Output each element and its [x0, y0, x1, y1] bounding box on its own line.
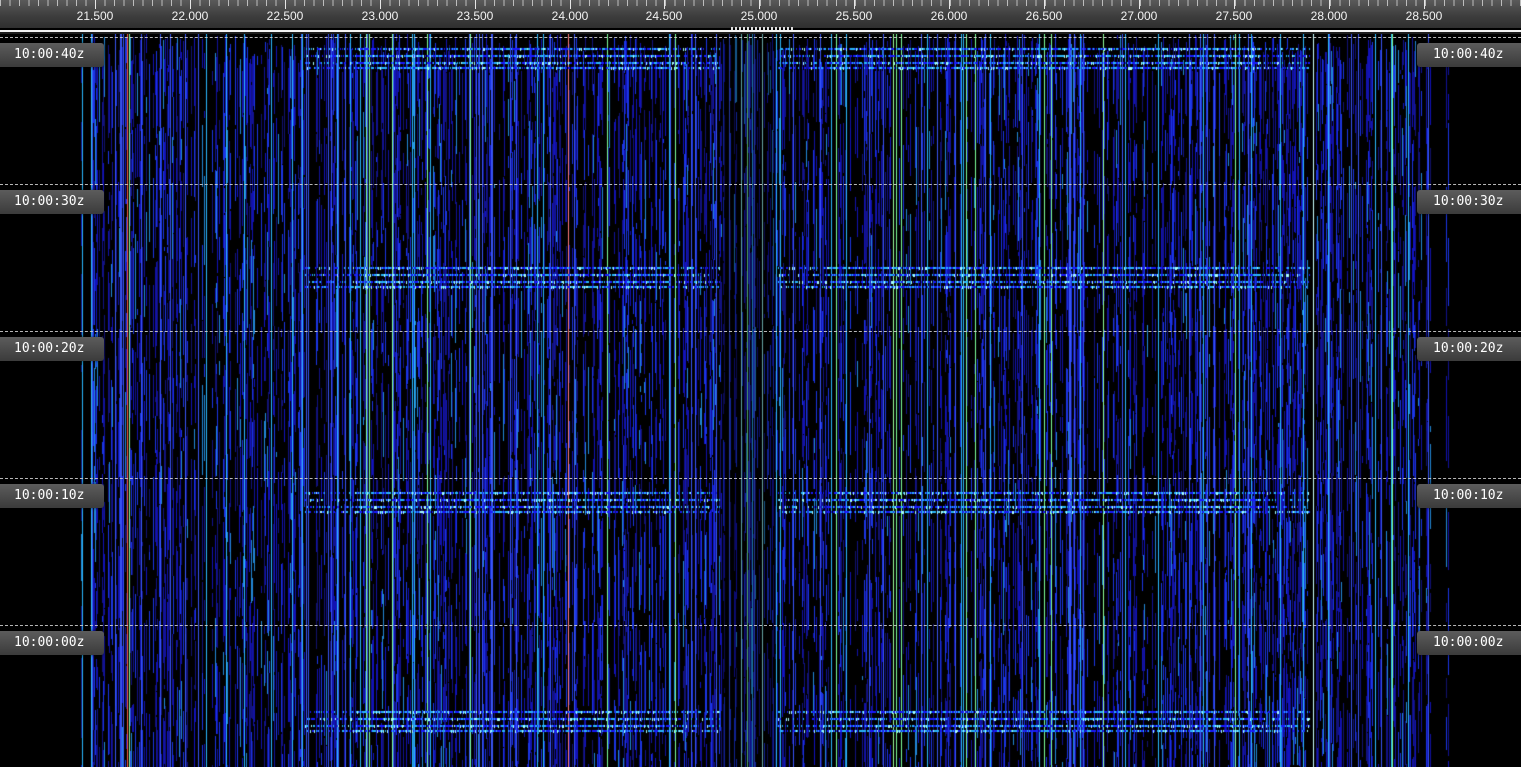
- frequency-label: 25.000: [740, 9, 778, 23]
- frequency-tick: [759, 0, 760, 9]
- sdr-waterfall-app: 21.500 22.000 22.500 23.000 23.500 24.000 24.5…: [0, 0, 1521, 767]
- time-label-right: 10:00:40z: [1417, 43, 1521, 67]
- frequency-minor-ticks: [0, 0, 1521, 6]
- frequency-tick: [380, 0, 381, 9]
- frequency-label: 23.000: [361, 9, 399, 23]
- frequency-tick: [664, 0, 665, 9]
- time-label-left: 10:00:10z: [0, 484, 104, 508]
- frequency-label: 21.500: [76, 9, 114, 23]
- time-gridline: [0, 331, 1521, 332]
- frequency-tick: [1424, 0, 1425, 9]
- frequency-label: 27.500: [1215, 9, 1253, 23]
- frequency-label: 28.500: [1405, 9, 1443, 23]
- frequency-tick: [475, 0, 476, 9]
- frequency-tick: [949, 0, 950, 9]
- time-label-left: 10:00:20z: [0, 337, 104, 361]
- time-label-left: 10:00:30z: [0, 190, 104, 214]
- frequency-label: 23.500: [456, 9, 494, 23]
- frequency-label: 22.000: [171, 9, 209, 23]
- time-label-left: 10:00:00z: [0, 631, 104, 655]
- frequency-scale[interactable]: 21.500 22.000 22.500 23.000 23.500 24.000 24.5…: [0, 0, 1521, 30]
- frequency-tick: [1234, 0, 1235, 9]
- frequency-label: 27.000: [1120, 9, 1158, 23]
- frequency-tick: [285, 0, 286, 9]
- frequency-tick: [854, 0, 855, 9]
- frequency-tick: [190, 0, 191, 9]
- time-label-right: 10:00:10z: [1417, 484, 1521, 508]
- time-gridline: [0, 37, 1521, 38]
- frequency-tick: [1044, 0, 1045, 9]
- frequency-label: 26.500: [1025, 9, 1063, 23]
- time-label-right: 10:00:20z: [1417, 337, 1521, 361]
- frequency-label: 26.000: [930, 9, 968, 23]
- frequency-tick: [1139, 0, 1140, 9]
- frequency-label: 25.500: [835, 9, 873, 23]
- frequency-label: 24.000: [551, 9, 589, 23]
- time-label-right: 10:00:30z: [1417, 190, 1521, 214]
- frequency-label: 22.500: [266, 9, 304, 23]
- frequency-label: 24.500: [645, 9, 683, 23]
- frequency-label: 28.000: [1310, 9, 1348, 23]
- frequency-tick: [95, 0, 96, 9]
- waterfall-display[interactable]: [0, 34, 1521, 767]
- time-gridline: [0, 625, 1521, 626]
- time-label-right: 10:00:00z: [1417, 631, 1521, 655]
- time-label-left: 10:00:40z: [0, 43, 104, 67]
- frequency-tick: [570, 0, 571, 9]
- time-gridline: [0, 184, 1521, 185]
- frequency-tick: [1329, 0, 1330, 9]
- time-gridline: [0, 478, 1521, 479]
